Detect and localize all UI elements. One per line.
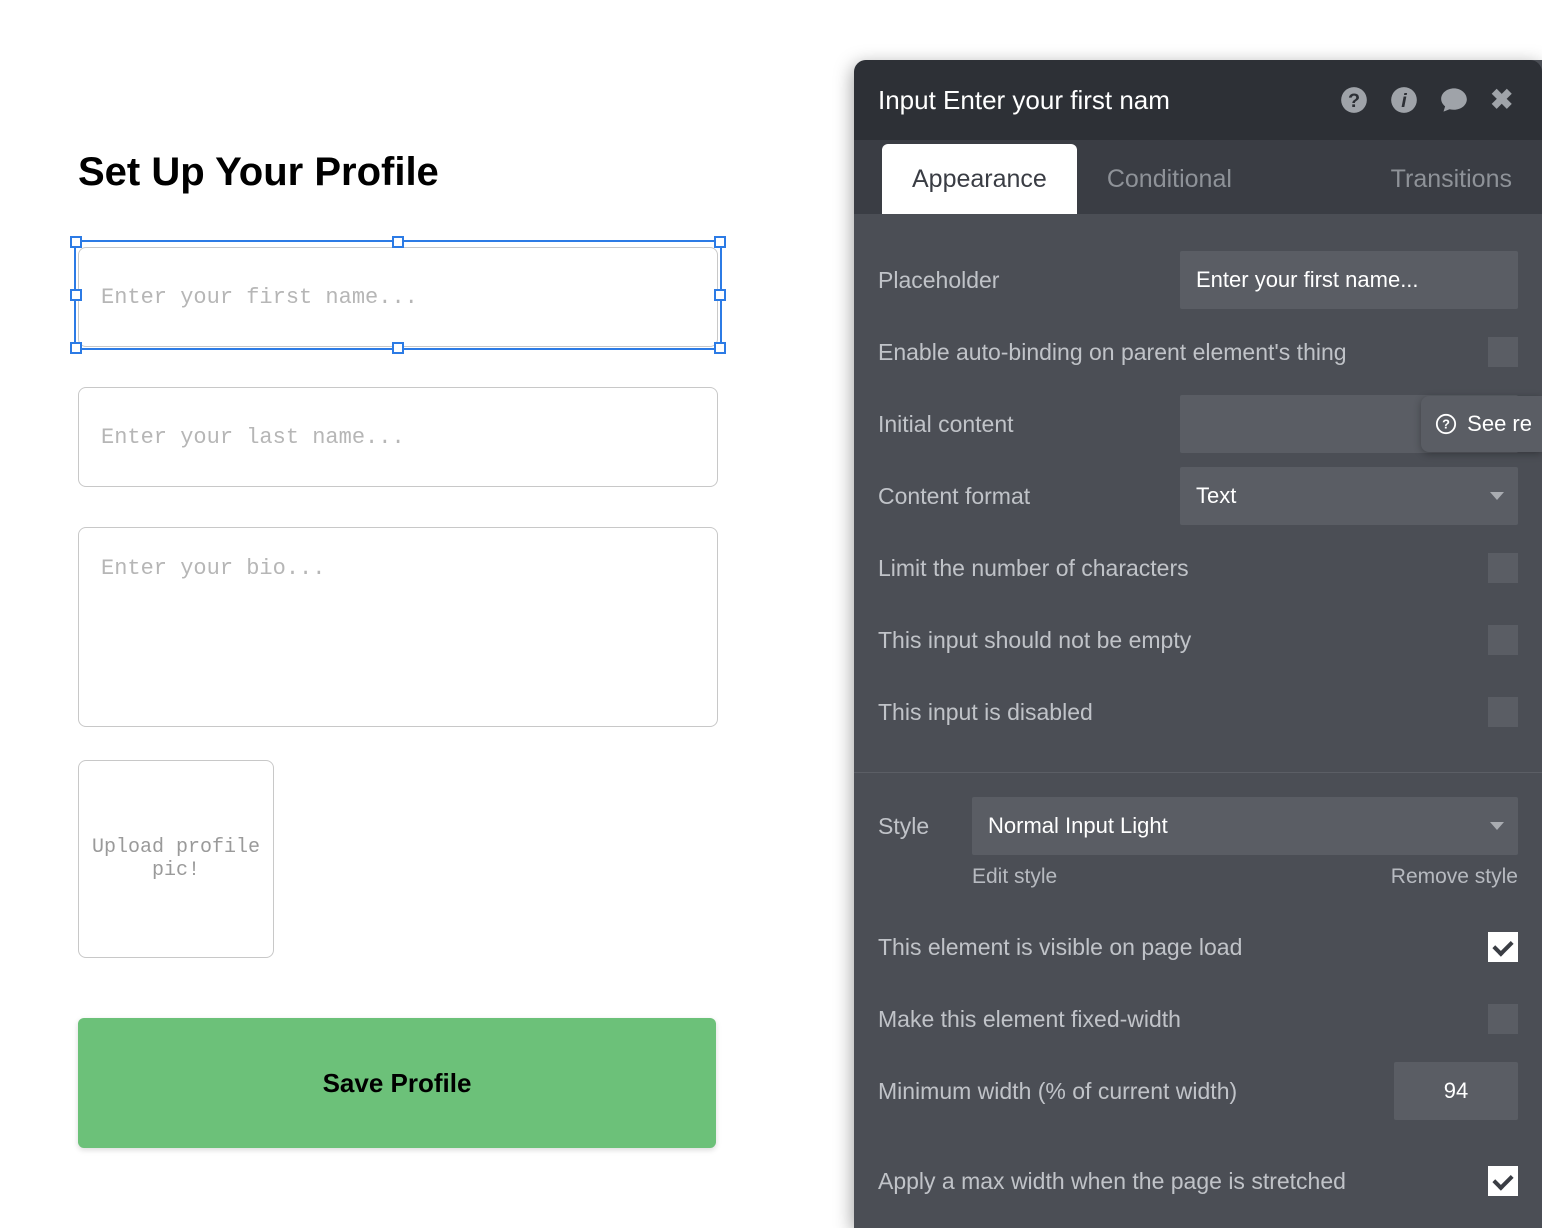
enable-autobind-label: Enable auto-binding on parent element's … (878, 339, 1488, 366)
panel-title: Input Enter your first nam (878, 85, 1340, 116)
last-name-input[interactable] (78, 387, 718, 487)
limit-chars-checkbox[interactable] (1488, 553, 1518, 583)
visible-on-load-label: This element is visible on page load (878, 934, 1488, 961)
style-label: Style (878, 813, 948, 840)
property-panel: Input Enter your first nam ? i ✖ Appeara… (854, 60, 1542, 1228)
edit-style-link[interactable]: Edit style (972, 865, 1057, 889)
save-profile-button[interactable]: Save Profile (78, 1018, 716, 1148)
remove-style-link[interactable]: Remove style (1391, 865, 1518, 889)
fixed-width-label: Make this element fixed-width (878, 1006, 1488, 1033)
not-empty-checkbox[interactable] (1488, 625, 1518, 655)
panel-header: Input Enter your first nam ? i ✖ (854, 60, 1542, 140)
upload-profile-pic[interactable]: Upload profile pic! (78, 760, 274, 958)
help-icon: ? (1435, 413, 1457, 435)
visible-on-load-checkbox[interactable] (1488, 932, 1518, 962)
initial-content-label: Initial content (878, 411, 1180, 438)
help-icon[interactable]: ? (1340, 86, 1368, 114)
info-icon[interactable]: i (1390, 86, 1418, 114)
not-empty-label: This input should not be empty (878, 627, 1488, 654)
svg-text:?: ? (1442, 417, 1450, 432)
style-select[interactable] (972, 797, 1518, 855)
see-reference-label: See re (1467, 411, 1532, 437)
svg-text:?: ? (1348, 90, 1360, 112)
close-icon[interactable]: ✖ (1490, 86, 1518, 114)
tab-conditional[interactable]: Conditional (1077, 144, 1262, 214)
max-width-stretch-checkbox[interactable] (1488, 1166, 1518, 1196)
bio-textarea[interactable] (78, 527, 718, 727)
disabled-label: This input is disabled (878, 699, 1488, 726)
placeholder-input[interactable] (1180, 251, 1518, 309)
comment-icon[interactable] (1440, 86, 1468, 114)
profile-form: Set Up Your Profile Upload profile pic! … (78, 150, 718, 1148)
min-width-input[interactable] (1394, 1062, 1518, 1120)
content-format-label: Content format (878, 483, 1180, 510)
placeholder-label: Placeholder (878, 267, 1180, 294)
panel-tabs: Appearance Conditional Transitions (854, 140, 1542, 214)
form-title: Set Up Your Profile (78, 150, 718, 195)
disabled-checkbox[interactable] (1488, 697, 1518, 727)
first-name-input[interactable] (78, 247, 718, 347)
max-width-stretch-label: Apply a max width when the page is stret… (878, 1168, 1488, 1195)
divider (854, 772, 1542, 773)
svg-text:i: i (1401, 90, 1407, 112)
tab-transitions[interactable]: Transitions (1361, 144, 1542, 214)
tab-appearance[interactable]: Appearance (882, 144, 1077, 214)
see-reference-tab[interactable]: ? See re (1421, 396, 1542, 452)
enable-autobind-checkbox[interactable] (1488, 337, 1518, 367)
min-width-label: Minimum width (% of current width) (878, 1078, 1394, 1105)
fixed-width-checkbox[interactable] (1488, 1004, 1518, 1034)
panel-body: Placeholder Enable auto-binding on paren… (854, 214, 1542, 1217)
limit-chars-label: Limit the number of characters (878, 555, 1488, 582)
content-format-select[interactable] (1180, 467, 1518, 525)
